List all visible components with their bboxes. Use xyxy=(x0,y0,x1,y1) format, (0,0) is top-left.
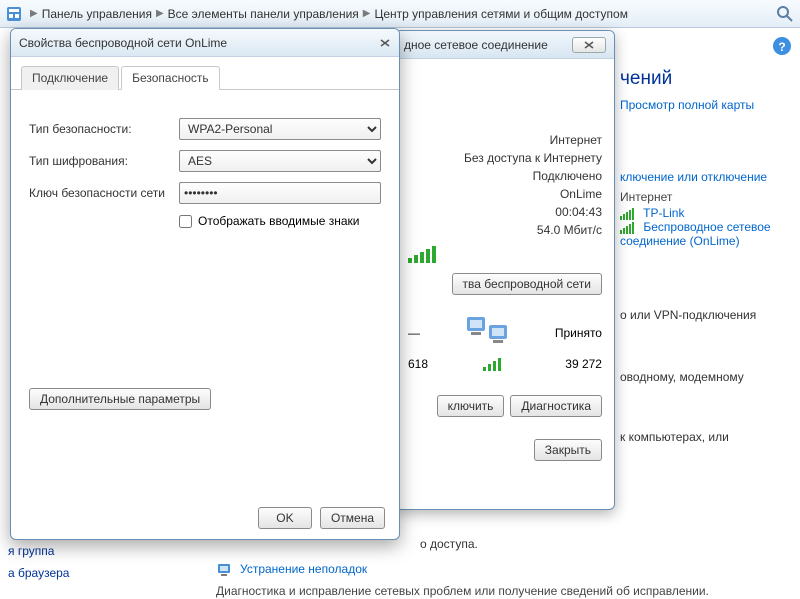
computers-activity-icon xyxy=(463,313,511,353)
diagnose-button[interactable]: Диагностика xyxy=(510,395,602,417)
security-key-field[interactable] xyxy=(179,182,381,204)
status-value: Подключено xyxy=(533,169,602,183)
close-button[interactable]: Закрыть xyxy=(534,439,602,461)
breadcrumb-item[interactable]: Центр управления сетями и общим доступом xyxy=(374,7,628,21)
text-fragment: о или VPN-подключения xyxy=(620,308,786,322)
chevron-right-icon: ▶ xyxy=(363,8,371,19)
tab-connection[interactable]: Подключение xyxy=(21,66,119,90)
dialog-title: Свойства беспроводной сети OnLime xyxy=(19,36,379,50)
chevron-right-icon: ▶ xyxy=(156,8,164,19)
tab-panel-security: Тип безопасности: WPA2-Personal Тип шифр… xyxy=(11,90,399,420)
status-value: Без доступа к Интернету xyxy=(464,151,602,165)
close-button[interactable] xyxy=(379,38,391,48)
signal-icon xyxy=(620,208,636,220)
troubleshoot-desc: Диагностика и исправление сетевых пробле… xyxy=(216,584,790,598)
wireless-properties-dialog: Свойства беспроводной сети OnLime Подклю… xyxy=(10,28,400,540)
status-ssid: OnLime xyxy=(560,187,602,201)
troubleshoot-icon xyxy=(216,560,234,578)
signal-strength-icon xyxy=(408,243,602,263)
ok-button[interactable]: OK xyxy=(258,507,312,529)
signal-small-icon xyxy=(483,357,511,371)
status-duration: 00:04:43 xyxy=(555,205,602,219)
encryption-type-label: Тип шифрования: xyxy=(29,154,179,168)
show-chars-checkbox[interactable] xyxy=(179,215,192,228)
dash: — xyxy=(408,326,420,340)
bytes-sent: 618 xyxy=(408,357,428,371)
chevron-right-icon: ▶ xyxy=(30,8,38,19)
advanced-settings-button[interactable]: Дополнительные параметры xyxy=(29,388,211,410)
sidebar-item[interactable]: я группа xyxy=(0,540,100,562)
network-item[interactable]: Беспроводное сетевое соединение (OnLime) xyxy=(620,220,786,248)
wireless-props-button[interactable]: тва беспроводной сети xyxy=(452,273,602,295)
view-full-map-link[interactable]: Просмотр полной карты xyxy=(620,98,786,112)
bytes-received: 39 272 xyxy=(565,357,602,371)
troubleshoot-section: Устранение неполадок Диагностика и испра… xyxy=(216,560,790,598)
text-fragment: о доступа. xyxy=(420,537,478,551)
text-fragment: к компьютерах, или xyxy=(620,430,786,444)
security-type-label: Тип безопасности: xyxy=(29,122,179,136)
search-icon[interactable] xyxy=(776,5,794,23)
security-key-label: Ключ безопасности сети xyxy=(29,186,179,200)
signal-icon xyxy=(620,222,636,234)
breadcrumb-item[interactable]: Панель управления xyxy=(42,7,152,21)
tab-strip: Подключение Безопасность xyxy=(11,57,399,90)
breadcrumb-bar: ▶ Панель управления ▶ Все элементы панел… xyxy=(0,0,800,28)
status-value: Интернет xyxy=(550,133,602,147)
text-fragment: оводному, модемному xyxy=(620,370,786,384)
internet-label: Интернет xyxy=(620,190,786,204)
show-chars-label: Отображать вводимые знаки xyxy=(198,214,359,228)
status-speed: 54.0 Мбит/с xyxy=(537,223,602,237)
connect-disconnect-link[interactable]: ключение или отключение xyxy=(620,170,786,184)
sidebar-item[interactable]: а браузера xyxy=(0,562,100,584)
network-item[interactable]: TP-Link xyxy=(620,206,786,220)
dialog-titlebar[interactable]: дное сетевое соединение xyxy=(396,31,614,59)
sidebar-fragment: я группа а браузера xyxy=(0,540,100,584)
cancel-button[interactable]: Отмена xyxy=(320,507,385,529)
close-button[interactable] xyxy=(572,37,606,53)
troubleshoot-link[interactable]: Устранение неполадок xyxy=(240,562,367,576)
security-type-select[interactable]: WPA2-Personal xyxy=(179,118,381,140)
breadcrumb-item[interactable]: Все элементы панели управления xyxy=(168,7,359,21)
control-panel-icon xyxy=(6,6,22,22)
connection-status-dialog: дное сетевое соединение Интернет Без дос… xyxy=(395,30,615,510)
dialog-title: дное сетевое соединение xyxy=(404,38,572,52)
page-heading: чений xyxy=(620,68,786,90)
tab-security[interactable]: Безопасность xyxy=(121,66,220,90)
dialog-titlebar[interactable]: Свойства беспроводной сети OnLime xyxy=(11,29,399,57)
encryption-type-select[interactable]: AES xyxy=(179,150,381,172)
disconnect-button[interactable]: ключить xyxy=(437,395,505,417)
received-label: Принято xyxy=(555,326,602,340)
